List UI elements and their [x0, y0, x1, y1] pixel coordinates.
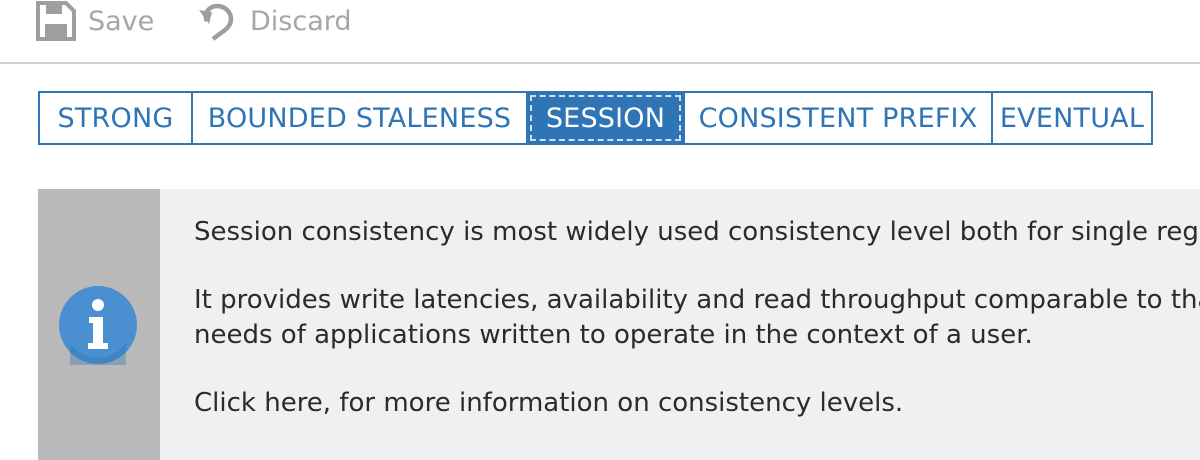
discard-label: Discard	[250, 5, 352, 37]
level-session[interactable]: SESSION	[526, 91, 685, 145]
save-label: Save	[88, 5, 155, 37]
undo-icon	[199, 3, 234, 41]
info-panel: Session consistency is most widely used …	[38, 189, 1200, 460]
command-bar: Save Discard	[0, 0, 1200, 64]
floppy-disk-icon	[36, 1, 76, 41]
info-stripe	[38, 189, 160, 460]
level-consistent-prefix[interactable]: CONSISTENT PREFIX	[683, 91, 993, 145]
info-paragraph-2: It provides write latencies, availabilit…	[194, 283, 1200, 353]
more-info-link[interactable]: Click here, for more information on cons…	[194, 386, 1200, 421]
level-strong[interactable]: STRONG	[38, 91, 193, 145]
info-paragraph-1: Session consistency is most widely used …	[194, 217, 1200, 247]
level-bounded-staleness[interactable]: BOUNDED STALENESS	[191, 91, 528, 145]
discard-button[interactable]: Discard	[196, 0, 352, 42]
info-paragraph-2-line-2: needs of applications written to operate…	[194, 320, 1033, 350]
level-eventual[interactable]: EVENTUAL	[991, 91, 1153, 145]
consistency-settings-page: Save Discard STRONG BOUNDED STALENESS SE…	[0, 0, 1200, 460]
consistency-level-selector: STRONG BOUNDED STALENESS SESSION CONSIST…	[38, 91, 1153, 145]
info-paragraph-2-line-1: It provides write latencies, availabilit…	[194, 285, 1200, 315]
save-button[interactable]: Save	[36, 0, 154, 42]
info-icon	[59, 286, 137, 365]
info-text: Session consistency is most widely used …	[194, 215, 1200, 421]
